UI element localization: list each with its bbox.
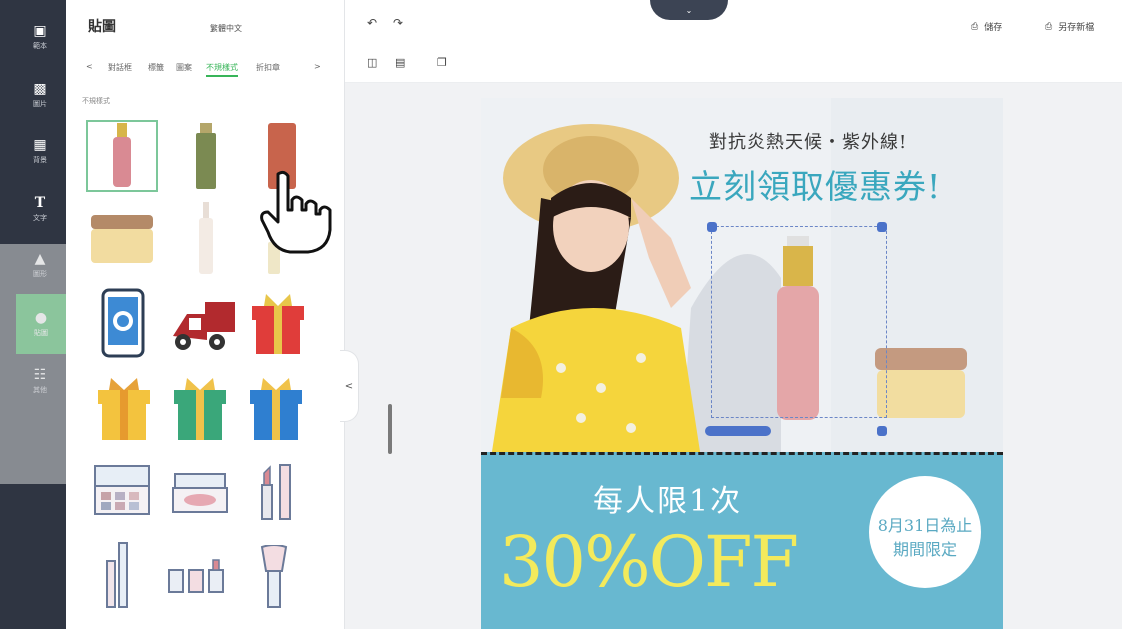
sticker-green-gift[interactable]: [170, 372, 230, 444]
rail-item-template[interactable]: ▣ 範本: [20, 14, 60, 60]
distribute-icon[interactable]: ▤: [395, 56, 405, 69]
tab-category[interactable]: 折扣章: [256, 62, 280, 73]
headline-small[interactable]: 對抗炎熱天候・紫外線!: [709, 128, 907, 154]
selection-toolbar[interactable]: [705, 426, 771, 436]
overlay: [0, 244, 70, 484]
cream-jar-product[interactable]: [873, 346, 969, 422]
banner-line2: 30%OFF: [499, 521, 799, 603]
align-icon[interactable]: ◫: [367, 56, 377, 69]
sticker-green-bottle[interactable]: [176, 120, 236, 192]
headline-large[interactable]: 立刻領取優惠券!: [689, 160, 941, 208]
sticker-white-bottle[interactable]: [186, 200, 226, 276]
badge-limited: 期間限定: [892, 540, 957, 559]
save-as-icon: ⎙: [1045, 21, 1053, 32]
save-label: 儲存: [984, 23, 1003, 33]
undo-icon[interactable]: ↶: [367, 16, 377, 30]
hand-cursor-icon: [260, 170, 332, 254]
chevron-left-icon: <: [344, 380, 354, 392]
top-bar: ↶ ↷ ⎙ 儲存 ⎙ 另存新檔: [345, 0, 1122, 47]
rail-label: 文字: [33, 214, 47, 222]
rail-item-text[interactable]: T 文字: [20, 186, 60, 232]
selection-box[interactable]: [711, 226, 887, 418]
sticker-lipstick[interactable]: [254, 460, 298, 522]
rail-label: 圖片: [33, 100, 47, 108]
language-select[interactable]: 繁體中文 ⌟: [198, 18, 324, 40]
rail-item-background[interactable]: ▦ 背景: [20, 128, 60, 174]
redo-icon[interactable]: ↷: [393, 16, 403, 30]
sticker-delivery-truck[interactable]: [166, 290, 238, 356]
layer-icon[interactable]: ❐: [437, 56, 447, 69]
sticker-mascara[interactable]: [102, 540, 132, 610]
save-icon: ⎙: [971, 21, 979, 32]
rail-label: 背景: [33, 156, 47, 164]
sticker-pink-bottle[interactable]: [86, 120, 158, 192]
sticker-yellow-gift[interactable]: [94, 372, 154, 444]
chevron-down-icon: ⌟: [210, 24, 214, 33]
background-icon: ▦: [33, 137, 47, 153]
sticker-blue-gift[interactable]: [246, 372, 306, 444]
category-tabs: < 對話框 標籤 圖案 不規樣式 折扣章 >: [86, 60, 326, 77]
tab-category[interactable]: 標籤: [148, 62, 164, 73]
tab-category[interactable]: 圖案: [176, 62, 192, 73]
panel-title: 貼圖: [88, 19, 116, 35]
section-label: 不規樣式: [82, 97, 110, 105]
sticker-phone[interactable]: [96, 286, 150, 360]
sticker-eyeshadow-palette[interactable]: [92, 462, 152, 518]
tab-category[interactable]: 對話框: [108, 62, 132, 73]
secondary-toolbar: ◫ ▤ ❐: [345, 46, 1122, 83]
tab-category-active[interactable]: 不規樣式: [206, 62, 238, 77]
chevron-right-icon[interactable]: >: [314, 62, 321, 71]
badge-date: 8月31日為止: [877, 516, 973, 535]
collapse-panel-button[interactable]: <: [340, 350, 359, 422]
sticker-nail-polish-set[interactable]: [166, 556, 230, 596]
panel-scrollbar[interactable]: [388, 404, 392, 454]
save-as-button[interactable]: ⎙ 另存新檔: [1045, 20, 1095, 34]
save-as-label: 另存新檔: [1058, 23, 1095, 33]
template-icon: ▣: [33, 23, 47, 39]
coupon-banner[interactable]: 每人限1次 30%OFF 8月31日為止 期間限定: [481, 452, 1003, 629]
tear-line: [481, 452, 1003, 455]
save-button[interactable]: ⎙ 儲存: [971, 20, 1003, 34]
rail-label: 範本: [33, 42, 47, 50]
resize-handle[interactable]: [707, 222, 717, 232]
collapse-top-button[interactable]: ⌄: [650, 0, 728, 20]
design-canvas[interactable]: 對抗炎熱天候・紫外線! 立刻領取優惠券! 每人限1次 30%OFF 8月31日為…: [481, 98, 1003, 629]
chevron-left-icon[interactable]: <: [86, 62, 93, 71]
rail-item-image[interactable]: ▩ 圖片: [20, 72, 60, 118]
sticker-compact-blush[interactable]: [170, 470, 230, 516]
resize-handle[interactable]: [877, 426, 887, 436]
sticker-makeup-brush[interactable]: [254, 544, 294, 610]
image-icon: ▩: [33, 81, 47, 97]
text-icon: T: [34, 195, 46, 211]
banner-line1: 每人限1次: [593, 484, 743, 519]
chevron-down-icon: ⌄: [685, 5, 693, 15]
sticker-cream-jar[interactable]: [86, 208, 158, 270]
deadline-badge: 8月31日為止 期間限定: [869, 476, 981, 588]
resize-handle[interactable]: [877, 222, 887, 232]
sticker-red-gift[interactable]: [246, 288, 310, 358]
sticker-panel: 貼圖 繁體中文 ⌟ < 對話框 標籤 圖案 不規樣式 折扣章 > 不規樣式: [66, 0, 392, 629]
